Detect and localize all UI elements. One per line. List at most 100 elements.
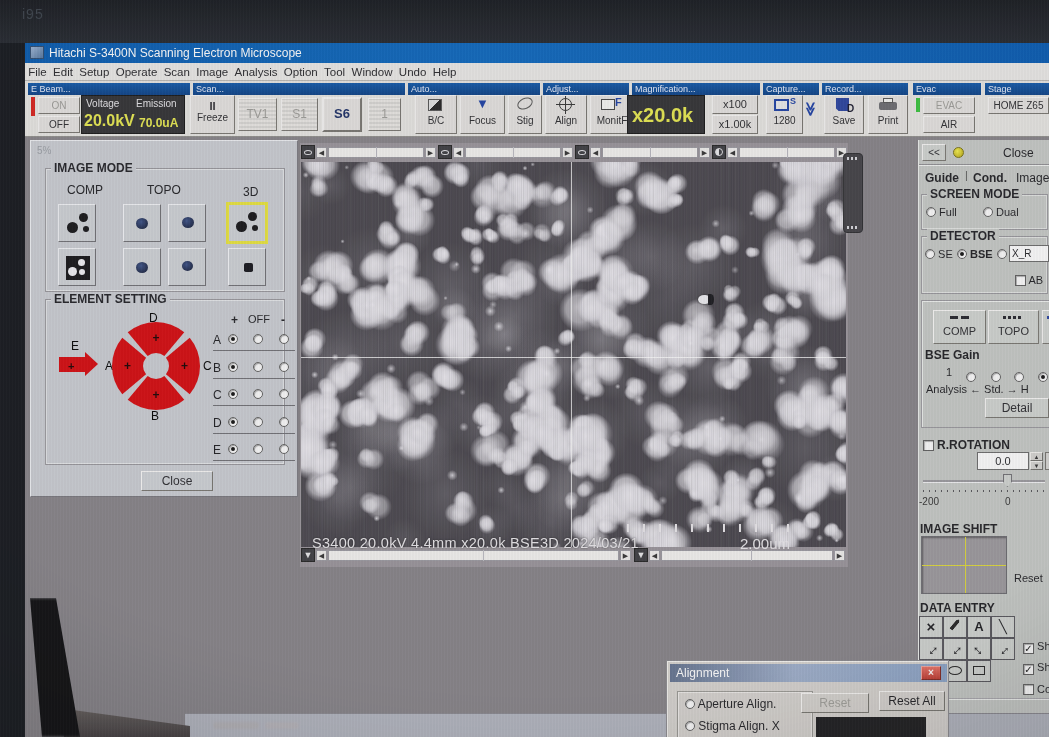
rrotation-spin-down[interactable]: ▼ <box>1030 461 1043 470</box>
element-b-off-radio[interactable] <box>253 362 263 372</box>
bse-gain-radio-4[interactable] <box>1038 372 1048 382</box>
capture-expand-chevron[interactable]: ≫ <box>803 102 819 117</box>
element-e-minus-radio[interactable] <box>279 444 289 454</box>
imode-close-button[interactable]: Close <box>141 471 213 491</box>
aperture-align-radio[interactable]: Aperture Align. <box>685 697 776 711</box>
mode-3d-button-selected[interactable] <box>226 202 268 244</box>
scan-1-button[interactable]: 1 <box>368 98 401 131</box>
element-a-off-radio[interactable] <box>253 334 263 344</box>
freeze-button[interactable]: II Freeze <box>190 95 235 134</box>
bse-gain-radio-2[interactable] <box>991 372 1001 382</box>
menu-operate[interactable]: Operate <box>113 66 161 78</box>
air-button[interactable]: AIR <box>923 116 975 133</box>
element-ring-diagram[interactable]: ++++ <box>111 321 201 411</box>
element-d-minus-radio[interactable] <box>279 417 289 427</box>
rrotation-spin-up[interactable]: ▲ <box>1030 452 1043 461</box>
element-a-minus-radio[interactable] <box>279 334 289 344</box>
collapse-button[interactable]: << <box>922 144 946 161</box>
sem-scrollbar[interactable]: ◀▶ <box>438 145 574 160</box>
dataentry-arrow-ne-icon[interactable]: ↔ <box>943 638 967 660</box>
sem-scrollbar[interactable]: ◀▶ <box>301 145 437 160</box>
dataentry-arrow-sw-icon[interactable]: ↔ <box>967 638 991 660</box>
menu-setup[interactable]: Setup <box>76 66 112 78</box>
mode-comp-b-button[interactable] <box>58 248 96 286</box>
scan-s6-button[interactable]: S6 <box>322 97 362 132</box>
tab-image[interactable]: Image <box>1016 171 1049 185</box>
radio-dual[interactable]: Dual <box>983 206 1019 218</box>
detector-3d-button[interactable] <box>1042 310 1049 344</box>
record-print-button[interactable]: Print <box>868 95 908 134</box>
image-shift-pad[interactable] <box>921 536 1007 594</box>
show1-checkbox[interactable]: ✓ Sh <box>1023 640 1049 654</box>
sem-image[interactable] <box>301 162 846 547</box>
bse-gain-radio-1[interactable] <box>966 372 976 382</box>
element-c-minus-radio[interactable] <box>279 389 289 399</box>
mag-x1k-button[interactable]: x1.00k <box>712 115 758 134</box>
pin-icon[interactable] <box>953 147 964 158</box>
scan-tv1-button[interactable]: TV1 <box>238 98 277 131</box>
record-save-button[interactable]: D Save <box>824 95 864 134</box>
capture-button[interactable]: S 1280 <box>766 95 803 134</box>
sem-scrollbar[interactable]: ◀▶ <box>712 145 848 160</box>
menu-undo[interactable]: Undo <box>396 66 430 78</box>
radio-xr[interactable] <box>997 248 1007 260</box>
dataentry-rectangle-icon[interactable] <box>967 660 991 682</box>
panel-close-button[interactable]: Close <box>1003 146 1034 160</box>
adjust-align-button[interactable]: Align <box>545 95 587 134</box>
menu-help[interactable]: Help <box>430 66 460 78</box>
tab-guide[interactable]: Guide <box>925 171 959 185</box>
auto-stig-button[interactable]: Stig <box>508 95 542 134</box>
dataentry-delete-icon[interactable]: × <box>919 616 943 638</box>
element-d-off-radio[interactable] <box>253 417 263 427</box>
align-reset-all-button[interactable]: Reset All <box>879 691 945 711</box>
radio-full[interactable]: Full <box>926 206 957 218</box>
mag-x100-button[interactable]: x100 <box>712 95 758 114</box>
menu-window[interactable]: Window <box>348 66 395 78</box>
align-reset-button[interactable]: Reset <box>801 693 869 713</box>
detail-button[interactable]: Detail <box>985 398 1049 418</box>
menu-edit[interactable]: Edit <box>50 66 76 78</box>
dataentry-pen-icon[interactable] <box>943 616 967 638</box>
element-c-plus-radio[interactable] <box>228 389 238 399</box>
beam-on-button[interactable]: ON <box>38 97 80 114</box>
sem-scrollbar[interactable]: ◀▶ <box>575 145 711 160</box>
menu-tool[interactable]: Tool <box>321 66 348 78</box>
xr-field[interactable]: X_R <box>1009 245 1049 262</box>
mode-topo-d-button[interactable] <box>168 248 206 286</box>
element-a-plus-radio[interactable] <box>228 334 238 344</box>
stage-home-button[interactable]: HOME Z65 <box>988 97 1049 114</box>
show2-checkbox[interactable]: ✓ Sh <box>1023 661 1049 675</box>
element-e-plus-radio[interactable] <box>228 444 238 454</box>
ab-checkbox[interactable]: AB <box>1015 274 1043 286</box>
element-c-off-radio[interactable] <box>253 389 263 399</box>
scan-s1-button[interactable]: S1 <box>281 98 318 131</box>
menu-file[interactable]: File <box>25 66 50 78</box>
radio-se[interactable]: SE <box>925 248 953 260</box>
alignment-close-button[interactable]: × <box>921 666 941 680</box>
mode-comp-a-button[interactable] <box>58 204 96 242</box>
evac-button[interactable]: EVAC <box>923 97 975 114</box>
sem-side-widget[interactable] <box>843 153 863 233</box>
auto-bc-button[interactable]: B/C <box>415 95 457 134</box>
alignment-dialog-titlebar[interactable]: Alignment <box>670 664 947 682</box>
dataentry-text-icon[interactable]: A <box>967 616 991 638</box>
detector-topo-button[interactable]: TOPO <box>988 310 1039 344</box>
dataentry-line-icon[interactable]: ╲ <box>991 616 1015 638</box>
mode-topo-c-button[interactable] <box>123 248 161 286</box>
tab-cond[interactable]: Cond. <box>973 171 1007 185</box>
dataentry-arrow-se-icon[interactable]: ↔ <box>991 638 1015 660</box>
mode-3d-b-button[interactable] <box>228 248 266 286</box>
color-checkbox[interactable]: Col <box>1023 683 1049 695</box>
element-b-plus-radio[interactable] <box>228 362 238 372</box>
dataentry-arrow-nw-icon[interactable]: ↔ <box>919 638 943 660</box>
rrotation-checkbox[interactable]: R.ROTATION <box>923 438 1010 452</box>
auto-focus-button[interactable]: ▼ Focus <box>460 95 505 134</box>
mode-topo-b-button[interactable] <box>168 204 206 242</box>
stigma-align-x-radio[interactable]: Stigma Align. X <box>685 719 780 733</box>
rrotation-value[interactable]: 0.0 <box>977 452 1029 470</box>
rrotation-slider-thumb[interactable] <box>1003 474 1012 487</box>
image-shift-reset[interactable]: Reset <box>1014 572 1043 584</box>
menu-option[interactable]: Option <box>281 66 321 78</box>
rrotation-slider-track[interactable] <box>923 480 1045 483</box>
menu-analysis[interactable]: Analysis <box>231 66 280 78</box>
